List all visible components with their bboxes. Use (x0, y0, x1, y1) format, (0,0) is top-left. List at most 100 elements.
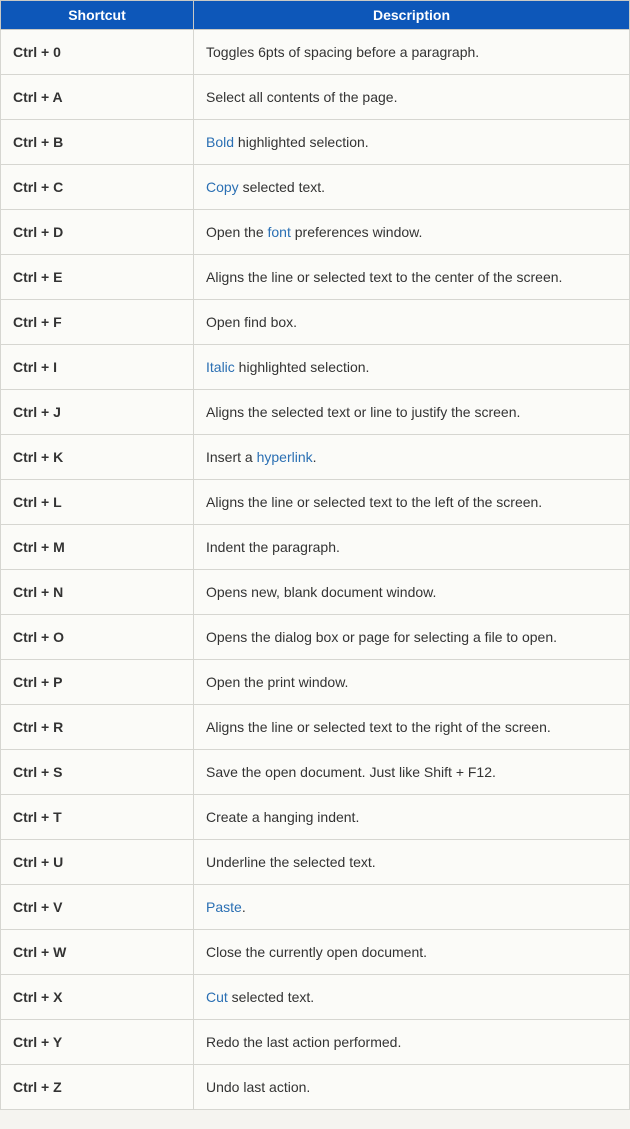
shortcut-cell: Ctrl + X (1, 975, 194, 1020)
shortcut-cell: Ctrl + V (1, 885, 194, 930)
shortcuts-table: Shortcut Description Ctrl + 0Toggles 6pt… (0, 0, 630, 1110)
table-row: Ctrl + MIndent the paragraph. (1, 525, 630, 570)
table-row: Ctrl + CCopy selected text. (1, 165, 630, 210)
description-cell: Aligns the line or selected text to the … (194, 480, 630, 525)
description-cell: Close the currently open document. (194, 930, 630, 975)
shortcut-cell: Ctrl + E (1, 255, 194, 300)
header-description: Description (194, 1, 630, 30)
description-cell: Indent the paragraph. (194, 525, 630, 570)
table-row: Ctrl + 0Toggles 6pts of spacing before a… (1, 30, 630, 75)
description-cell: Select all contents of the page. (194, 75, 630, 120)
description-text: highlighted selection. (235, 359, 370, 375)
description-text: Aligns the line or selected text to the … (206, 494, 542, 510)
description-cell: Paste. (194, 885, 630, 930)
description-text: Aligns the line or selected text to the … (206, 269, 562, 285)
description-text: Open the (206, 224, 268, 240)
keyword-link[interactable]: Italic (206, 359, 235, 375)
table-row: Ctrl + E Aligns the line or selected text… (1, 255, 630, 300)
description-cell: Aligns the line or selected text to the … (194, 705, 630, 750)
keyword-link[interactable]: Cut (206, 989, 228, 1005)
description-text: Open the print window. (206, 674, 348, 690)
keyword-link[interactable]: hyperlink (257, 449, 313, 465)
shortcut-cell: Ctrl + R (1, 705, 194, 750)
keyword-link[interactable]: Bold (206, 134, 234, 150)
description-text: Underline the selected text. (206, 854, 376, 870)
description-text: Undo last action. (206, 1079, 310, 1095)
description-cell: Copy selected text. (194, 165, 630, 210)
description-cell: Open find box. (194, 300, 630, 345)
keyword-link[interactable]: font (268, 224, 291, 240)
shortcut-cell: Ctrl + M (1, 525, 194, 570)
shortcut-cell: Ctrl + I (1, 345, 194, 390)
description-cell: Open the font preferences window. (194, 210, 630, 255)
description-text: Opens the dialog box or page for selecti… (206, 629, 557, 645)
description-text: Aligns the selected text or line to just… (206, 404, 520, 420)
table-row: Ctrl + XCut selected text. (1, 975, 630, 1020)
table-row: Ctrl + O Opens the dialog box or page for… (1, 615, 630, 660)
shortcut-cell: Ctrl + A (1, 75, 194, 120)
keyword-link[interactable]: Paste (206, 899, 242, 915)
description-text: selected text. (239, 179, 325, 195)
description-text: highlighted selection. (234, 134, 369, 150)
table-row: Ctrl + P Open the print window. (1, 660, 630, 705)
description-cell: Underline the selected text. (194, 840, 630, 885)
table-row: Ctrl + Y Redo the last action performed. (1, 1020, 630, 1065)
shortcut-cell: Ctrl + P (1, 660, 194, 705)
table-row: Ctrl + W Close the currently open documen… (1, 930, 630, 975)
table-row: Ctrl + S Save the open document. Just lik… (1, 750, 630, 795)
description-text: preferences window. (291, 224, 423, 240)
description-cell: Opens new, blank document window. (194, 570, 630, 615)
shortcut-cell: Ctrl + J (1, 390, 194, 435)
shortcut-cell: Ctrl + Y (1, 1020, 194, 1065)
shortcut-cell: Ctrl + L (1, 480, 194, 525)
description-cell: Redo the last action performed. (194, 1020, 630, 1065)
shortcut-cell: Ctrl + N (1, 570, 194, 615)
shortcut-cell: Ctrl + F (1, 300, 194, 345)
table-row: Ctrl + I Italic highlighted selection. (1, 345, 630, 390)
shortcut-cell: Ctrl + C (1, 165, 194, 210)
description-text: Create a hanging indent. (206, 809, 359, 825)
table-row: Ctrl + VPaste. (1, 885, 630, 930)
header-shortcut: Shortcut (1, 1, 194, 30)
description-cell: Aligns the line or selected text to the … (194, 255, 630, 300)
description-text: Close the currently open document. (206, 944, 427, 960)
description-cell: Aligns the selected text or line to just… (194, 390, 630, 435)
description-cell: Insert a hyperlink. (194, 435, 630, 480)
table-row: Ctrl + DOpen the font preferences window… (1, 210, 630, 255)
description-text: . (242, 899, 246, 915)
description-text: Opens new, blank document window. (206, 584, 436, 600)
shortcut-cell: Ctrl + T (1, 795, 194, 840)
description-text: Insert a (206, 449, 257, 465)
description-text: Save the open document. Just like Shift … (206, 764, 496, 780)
description-cell: Open the print window. (194, 660, 630, 705)
shortcut-cell: Ctrl + W (1, 930, 194, 975)
shortcut-cell: Ctrl + D (1, 210, 194, 255)
description-text: Aligns the line or selected text to the … (206, 719, 551, 735)
shortcut-cell: Ctrl + O (1, 615, 194, 660)
table-row: Ctrl + J Aligns the selected text or line… (1, 390, 630, 435)
shortcut-cell: Ctrl + K (1, 435, 194, 480)
description-text: Redo the last action performed. (206, 1034, 401, 1050)
shortcut-cell: Ctrl + B (1, 120, 194, 165)
description-text: Toggles 6pts of spacing before a paragra… (206, 44, 479, 60)
keyword-link[interactable]: Copy (206, 179, 239, 195)
description-cell: Save the open document. Just like Shift … (194, 750, 630, 795)
table-row: Ctrl + R Aligns the line or selected text… (1, 705, 630, 750)
description-text: Select all contents of the page. (206, 89, 397, 105)
table-row: Ctrl + N Opens new, blank document window… (1, 570, 630, 615)
table-row: Ctrl + T Create a hanging indent. (1, 795, 630, 840)
table-header-row: Shortcut Description (1, 1, 630, 30)
table-row: Ctrl + BBold highlighted selection. (1, 120, 630, 165)
description-cell: Bold highlighted selection. (194, 120, 630, 165)
table-row: Ctrl + KInsert a hyperlink. (1, 435, 630, 480)
description-text: Open find box. (206, 314, 297, 330)
table-row: Ctrl + F Open find box. (1, 300, 630, 345)
shortcut-cell: Ctrl + U (1, 840, 194, 885)
shortcut-cell: Ctrl + Z (1, 1065, 194, 1110)
table-row: Ctrl + Z Undo last action. (1, 1065, 630, 1110)
shortcut-cell: Ctrl + S (1, 750, 194, 795)
shortcuts-table-container: Shortcut Description Ctrl + 0Toggles 6pt… (0, 0, 630, 1110)
description-cell: Opens the dialog box or page for selecti… (194, 615, 630, 660)
description-cell: Undo last action. (194, 1065, 630, 1110)
description-text: . (313, 449, 317, 465)
